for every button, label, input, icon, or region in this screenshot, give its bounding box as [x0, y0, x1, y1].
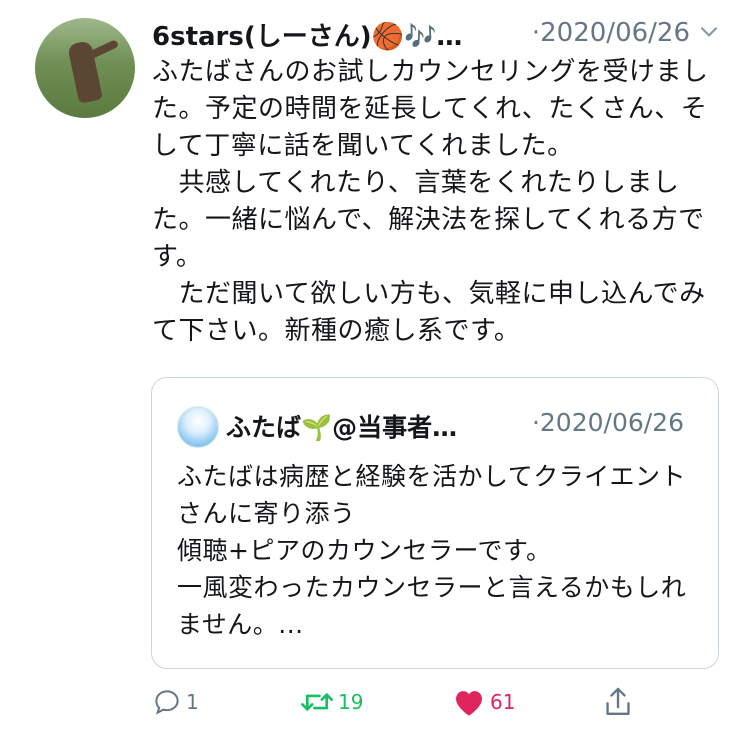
reply-icon [155, 690, 179, 715]
share-icon [606, 687, 630, 715]
tweet-date[interactable]: ·2020/06/26 [532, 18, 690, 48]
tweet-header: 6stars(しーさん)🏀🎶… ·2020/06/26 [152, 14, 722, 54]
like-count: 61 [490, 690, 516, 714]
quote-date: ·2020/06/26 [531, 408, 684, 437]
quoted-tweet[interactable]: ふたば🌱@当事者… ·2020/06/26 ふたばは病歴と経験を活かしてクライエ… [151, 377, 719, 669]
chevron-down-icon[interactable] [696, 18, 722, 44]
author-avatar[interactable] [35, 18, 135, 118]
tweet-text: ふたばさんのお試しカウンセリングを受けました。予定の時間を延長してくれ、たくさん… [152, 57, 709, 346]
tweet-actions: 1 19 61 [152, 684, 722, 724]
quote-author-avatar[interactable] [177, 406, 219, 448]
retweet-button[interactable]: 19 [300, 684, 363, 720]
reply-button[interactable]: 1 [152, 684, 199, 720]
reply-count: 1 [186, 690, 199, 714]
retweet-icon [301, 693, 333, 711]
quote-text: ふたばは病歴と経験を活かしてクライエントさんに寄り添う 傾聴+ピアのカウンセラー… [177, 462, 687, 639]
author-name[interactable]: 6stars(しーさん)🏀🎶… [152, 16, 462, 53]
like-button[interactable]: 61 [452, 684, 515, 720]
retweet-count: 19 [338, 690, 364, 714]
heart-icon [456, 691, 482, 716]
quote-author-name: ふたば🌱@当事者… [226, 413, 458, 442]
share-button[interactable] [602, 684, 634, 720]
avatar-figure-arm [84, 39, 120, 61]
